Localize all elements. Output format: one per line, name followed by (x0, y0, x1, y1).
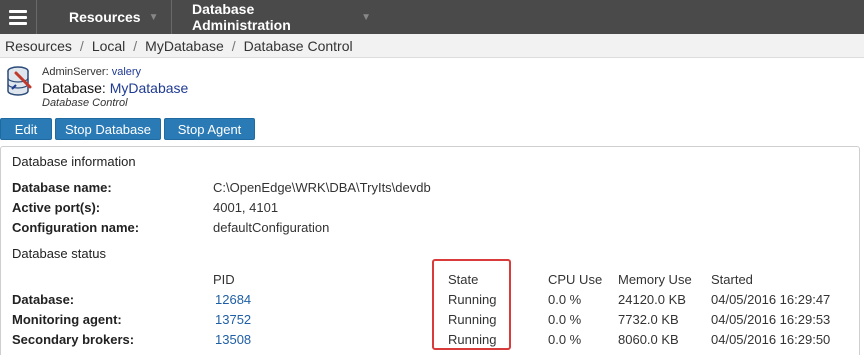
stop-agent-button[interactable]: Stop Agent (164, 118, 255, 140)
status-row-label: Secondary brokers: (12, 332, 135, 347)
breadcrumb-database-control: Database Control (243, 37, 353, 54)
started-value: 04/05/2016 16:29:50 (711, 332, 831, 347)
action-buttons: Edit Stop Database Stop Agent (0, 118, 255, 140)
database-status-title: Database status (12, 246, 106, 261)
started-value: 04/05/2016 16:29:47 (711, 292, 831, 307)
admin-server-value: valery (111, 66, 142, 78)
page-title: Database: MyDatabase (42, 80, 188, 96)
memory-value: 7732.0 KB (618, 312, 679, 327)
database-name-value: C:\OpenEdge\WRK\DBA\TryIts\devdb (213, 180, 431, 195)
chevron-down-icon: ▼ (148, 11, 159, 23)
admin-server: AdminServer: valery (42, 66, 141, 78)
memory-column-header: Memory Use (618, 272, 692, 287)
breadcrumb-resources[interactable]: Resources (5, 38, 72, 54)
database-label: Database: (42, 80, 106, 96)
cpu-value: 0.0 % (548, 312, 582, 327)
cpu-value: 0.0 % (548, 332, 582, 347)
cpu-value: 0.0 % (548, 292, 582, 307)
database-information-title: Database information (12, 154, 136, 169)
breadcrumb: Resources / Local / MyDatabase / Databas… (0, 34, 864, 58)
active-ports-value: 4001, 4101 (213, 200, 279, 215)
active-ports-label: Active port(s): (12, 200, 101, 215)
configuration-name-value: defaultConfiguration (213, 220, 330, 235)
breadcrumb-local[interactable]: Local (92, 38, 125, 54)
database-name: MyDatabase (109, 80, 189, 96)
configuration-name-label: Configuration name: (12, 220, 140, 235)
breadcrumb-mydatabase[interactable]: MyDatabase (145, 38, 224, 54)
chevron-down-icon: ▼ (361, 11, 371, 23)
page-subtitle: Database Control (42, 97, 128, 109)
cpu-column-header: CPU Use (548, 272, 603, 287)
database-name-label: Database name: (12, 180, 112, 195)
nav-resources-label: Resources (69, 9, 141, 25)
admin-server-label: AdminServer: (42, 66, 109, 78)
top-nav: Resources ▼ Database Administration ▼ (0, 0, 864, 34)
memory-value: 24120.0 KB (618, 292, 686, 307)
breadcrumb-separator: / (79, 37, 84, 54)
pid-link[interactable]: 13508 (215, 332, 251, 347)
database-icon (7, 66, 32, 96)
status-row-label: Database: (12, 292, 75, 307)
started-column-header: Started (711, 272, 753, 287)
pid-link[interactable]: 13752 (215, 312, 251, 327)
hamburger-menu-icon[interactable] (0, 0, 36, 34)
breadcrumb-separator: / (231, 37, 236, 54)
edit-button[interactable]: Edit (0, 118, 52, 140)
nav-database-administration[interactable]: Database Administration ▼ (171, 0, 371, 34)
status-row-label: Monitoring agent: (12, 312, 122, 327)
pid-link[interactable]: 12684 (215, 292, 251, 307)
nav-database-administration-label: Database Administration (192, 1, 291, 33)
memory-value: 8060.0 KB (618, 332, 679, 347)
started-value: 04/05/2016 16:29:53 (711, 312, 831, 327)
nav-resources[interactable]: Resources ▼ (36, 0, 171, 34)
stop-database-button[interactable]: Stop Database (55, 118, 161, 140)
state-highlight-box (432, 259, 511, 350)
pid-column-header: PID (213, 272, 235, 287)
breadcrumb-separator: / (133, 37, 138, 54)
